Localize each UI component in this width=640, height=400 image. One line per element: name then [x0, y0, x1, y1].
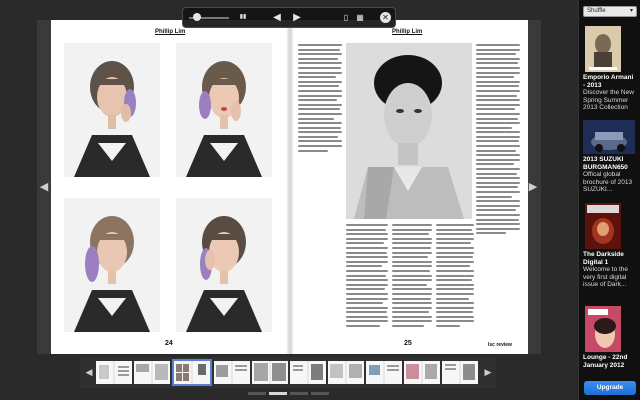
next-icon[interactable]: ▶	[289, 8, 305, 27]
left-page-number: 24	[165, 340, 173, 347]
page-gutter	[286, 20, 294, 354]
right-page-header: Phillip Lim	[392, 29, 423, 35]
magazine-title: 2013 SUZUKI BURGMAN650	[583, 156, 628, 171]
thumbnail-page[interactable]	[328, 361, 364, 384]
magazine-cover	[585, 26, 621, 72]
magazine-title: Emporio Armani - 2013	[583, 74, 634, 89]
previous-icon[interactable]: ◀	[269, 8, 285, 27]
male-model-photo	[346, 43, 472, 219]
magazine-cover	[585, 203, 621, 249]
model-photo-4	[176, 198, 272, 332]
magazine-brand-mark: lsc review	[488, 342, 512, 348]
thumbnail-strip: ◀ ▶	[80, 357, 496, 388]
thumbnail-scroll-left-icon[interactable]: ◀	[85, 365, 93, 379]
magazine-item[interactable]: The Darkside Digital 1 Welcome to the ve…	[583, 203, 637, 289]
magazine-item[interactable]: Lounge - 22nd January 2012	[583, 306, 637, 369]
thumbnail-page[interactable]	[290, 361, 326, 384]
right-page-number: 25	[404, 340, 412, 347]
thumbnail-page-current[interactable]	[172, 359, 212, 386]
thumbnail-page[interactable]	[442, 361, 478, 384]
magazine-item[interactable]: Emporio Armani - 2013 Discover the New S…	[583, 26, 637, 112]
magazine-description: Offical global brochure of 2013 SUZUKI..…	[583, 171, 633, 193]
magazine-viewer: ◀ ▶ Phillip Lim 24 Phillip Lim 25 lsc re…	[0, 0, 578, 400]
model-photo-2	[176, 43, 272, 177]
magazine-title: The Darkside Digital 1	[583, 251, 624, 266]
model-photo-3	[64, 198, 160, 332]
body-text-column-1	[346, 224, 388, 330]
related-magazines-sidebar: Shuffle ▾ Emporio Armani - 2013 Discover…	[578, 0, 640, 400]
left-page: Phillip Lim 24	[51, 20, 290, 354]
previous-page-arrow-icon[interactable]: ◀	[38, 180, 50, 194]
zoom-slider-knob[interactable]	[193, 13, 201, 21]
upgrade-button[interactable]: Upgrade	[584, 381, 636, 395]
magazine-title: Lounge - 22nd January 2012	[583, 354, 628, 369]
thumbnail-page[interactable]	[252, 361, 288, 384]
model-photo-1	[64, 43, 160, 177]
shuffle-label: Shuffle	[587, 8, 606, 14]
shuffle-dropdown[interactable]: Shuffle ▾	[583, 6, 637, 17]
magazine-cover	[583, 120, 635, 154]
magazine-cover	[585, 306, 621, 352]
magazine-description: Discover the New Spring Summer 2013 Coll…	[583, 89, 634, 111]
share-icon[interactable]: ▯	[339, 8, 353, 27]
thumbnail-scroll-right-icon[interactable]: ▶	[484, 365, 492, 379]
library-icon[interactable]: ▦	[353, 8, 367, 27]
magazine-description: Welcome to the very first digital issue …	[583, 266, 629, 288]
viewer-toolbar: ▮▮ ◀ ▶ ▯ ▦ ✕	[182, 7, 396, 28]
magazine-item[interactable]: 2013 SUZUKI BURGMAN650 Offical global br…	[583, 120, 637, 194]
next-page-arrow-icon[interactable]: ▶	[527, 180, 539, 194]
thumbnail-page[interactable]	[96, 361, 132, 384]
left-page-header: Phillip Lim	[155, 29, 186, 35]
body-text-column-2	[392, 224, 432, 330]
right-page: Phillip Lim 25 lsc review	[290, 20, 528, 354]
close-icon[interactable]: ✕	[380, 12, 391, 23]
chevron-down-icon: ▾	[629, 8, 633, 14]
thumbnail-page[interactable]	[134, 361, 170, 384]
two-page-icon[interactable]: ▮▮	[235, 8, 251, 27]
thumbnail-page[interactable]	[366, 361, 402, 384]
intro-text-column	[298, 44, 342, 154]
page-position-indicator	[248, 392, 330, 395]
thumbnail-page[interactable]	[404, 361, 440, 384]
app-root: ◀ ▶ Phillip Lim 24 Phillip Lim 25 lsc re…	[0, 0, 640, 400]
side-text-column	[476, 44, 520, 237]
thumbnail-page[interactable]	[214, 361, 250, 384]
body-text-column-3	[436, 224, 474, 330]
